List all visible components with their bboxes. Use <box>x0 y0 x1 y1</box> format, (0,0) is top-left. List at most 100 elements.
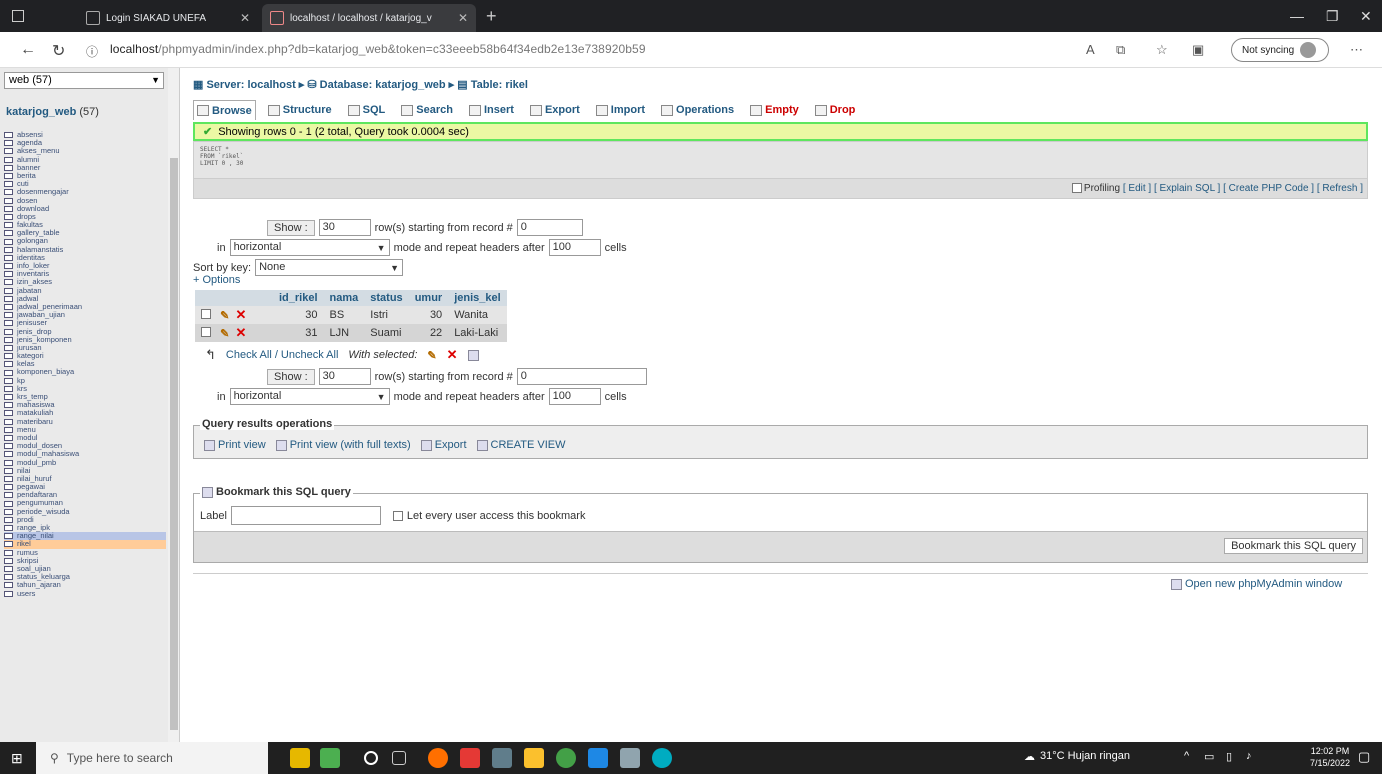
print-full-link[interactable]: Print view (with full texts) <box>275 439 411 451</box>
tab-structure[interactable]: Structure <box>264 100 336 120</box>
table-icon[interactable] <box>4 533 13 540</box>
table-icon[interactable] <box>4 189 13 196</box>
more-icon[interactable]: ⋯ <box>1350 42 1363 58</box>
table-icon[interactable] <box>4 500 13 507</box>
mode-select[interactable]: horizontal ▼ <box>229 239 390 256</box>
app-icon[interactable] <box>460 748 480 768</box>
minimize-icon[interactable]: — <box>1290 8 1304 24</box>
table-icon[interactable] <box>4 426 13 433</box>
app-icon[interactable] <box>492 748 512 768</box>
url-field[interactable]: localhost/phpmyadmin/index.php?db=katarj… <box>110 42 646 56</box>
column-header[interactable]: jenis_kel <box>448 290 507 306</box>
column-header[interactable]: id_rikel <box>273 290 324 306</box>
weather-text[interactable]: 31°C Hujan ringan <box>1040 750 1130 762</box>
close-window-icon[interactable]: ✕ <box>1360 8 1372 25</box>
tab-search[interactable]: Search <box>397 100 457 120</box>
table-icon[interactable] <box>4 435 13 442</box>
mode-select[interactable]: horizontal ▼ <box>229 388 390 405</box>
app-icon[interactable] <box>320 748 340 768</box>
tab-operations[interactable]: Operations <box>657 100 738 120</box>
table-icon[interactable] <box>4 222 13 229</box>
table-icon[interactable] <box>4 361 13 368</box>
close-icon[interactable]: ✕ <box>458 11 468 25</box>
table-icon[interactable] <box>4 582 13 589</box>
create-view-link[interactable]: CREATE VIEW <box>476 439 566 451</box>
table-icon[interactable] <box>4 140 13 147</box>
breadcrumb-table[interactable]: Table: rikel <box>471 79 528 91</box>
export-selected-icon[interactable] <box>467 349 479 361</box>
table-icon[interactable] <box>4 287 13 294</box>
new-tab-icon[interactable]: + <box>486 6 497 27</box>
table-icon[interactable] <box>4 574 13 581</box>
breadcrumb-server[interactable]: Server: localhost <box>206 79 295 91</box>
table-icon[interactable] <box>4 484 13 491</box>
firefox-icon[interactable] <box>428 748 448 768</box>
table-icon[interactable] <box>4 385 13 392</box>
delete-icon[interactable]: ✕ <box>236 307 247 322</box>
sql-query-box[interactable]: SELECT * FROM `rikel` LIMIT 0 , 30 <box>193 141 1368 179</box>
taskbar-search[interactable]: ⚲ Type here to search <box>36 742 268 774</box>
tab-drop[interactable]: Drop <box>811 100 860 120</box>
explain-sql-link[interactable]: [ Explain SQL ] <box>1154 183 1220 194</box>
task-view-icon[interactable] <box>392 751 406 765</box>
table-icon[interactable] <box>4 557 13 564</box>
record-input[interactable]: 0 <box>516 368 647 385</box>
browser-tab-phpmyadmin[interactable]: localhost / localhost / katarjog_v ✕ <box>262 4 476 32</box>
vscode-icon[interactable] <box>588 748 608 768</box>
edit-selected-icon[interactable]: ✎ <box>427 349 436 362</box>
table-icon[interactable] <box>4 525 13 532</box>
table-icon[interactable] <box>4 173 13 180</box>
table-icon[interactable] <box>4 312 13 319</box>
table-icon[interactable] <box>4 443 13 450</box>
database-title[interactable]: katarjog_web (57) <box>6 106 99 118</box>
table-icon[interactable] <box>4 541 13 548</box>
app-icon[interactable] <box>620 748 640 768</box>
info-icon[interactable]: ⓘ <box>86 43 98 60</box>
database-select[interactable]: web (57) ▼ <box>4 72 164 89</box>
refresh-link[interactable]: [ Refresh ] <box>1317 183 1363 194</box>
table-icon[interactable] <box>4 492 13 499</box>
tray-chevron-icon[interactable]: ^ <box>1184 750 1189 762</box>
table-icon[interactable] <box>4 164 13 171</box>
export-link[interactable]: Export <box>420 439 467 451</box>
table-icon[interactable] <box>4 369 13 376</box>
table-icon[interactable] <box>4 238 13 245</box>
create-php-code-link[interactable]: [ Create PHP Code ] <box>1223 183 1314 194</box>
table-icon[interactable] <box>4 213 13 220</box>
column-header[interactable]: nama <box>323 290 365 306</box>
table-icon[interactable] <box>4 263 13 270</box>
table-icon[interactable] <box>4 156 13 163</box>
rows-input[interactable]: 30 <box>318 219 371 236</box>
tab-export[interactable]: Export <box>526 100 584 120</box>
table-icon[interactable] <box>4 508 13 515</box>
sidebar-table-item[interactable]: users <box>4 589 166 598</box>
sidebar-scrollbar[interactable] <box>168 68 179 742</box>
close-icon[interactable]: ✕ <box>240 11 250 25</box>
bookmark-label-input[interactable] <box>230 506 381 525</box>
show-button[interactable]: Show : <box>267 219 315 236</box>
tab-empty[interactable]: Empty <box>746 100 803 120</box>
profiling-checkbox[interactable] <box>1071 183 1082 194</box>
column-header[interactable]: status <box>364 290 409 306</box>
tab-sql[interactable]: SQL <box>344 100 390 120</box>
restore-icon[interactable]: ❐ <box>1326 8 1339 25</box>
table-icon[interactable] <box>4 410 13 417</box>
table-icon[interactable] <box>4 475 13 482</box>
network-icon[interactable]: ▭ <box>1204 750 1214 763</box>
delete-selected-icon[interactable]: ✕ <box>447 347 458 363</box>
every-user-checkbox[interactable] <box>392 510 403 521</box>
edit-pencil-icon[interactable]: ✎ <box>220 328 229 340</box>
table-icon[interactable] <box>4 295 13 302</box>
tab-actions-icon[interactable] <box>12 10 24 22</box>
column-header[interactable]: umur <box>408 290 449 306</box>
options-link[interactable]: + Options <box>193 274 240 286</box>
table-icon[interactable] <box>4 566 13 573</box>
row-checkbox[interactable] <box>201 309 211 319</box>
windows-start-icon[interactable]: ⊞ <box>11 750 23 767</box>
record-input[interactable]: 0 <box>516 219 583 236</box>
delete-icon[interactable]: ✕ <box>236 325 247 340</box>
table-icon[interactable] <box>4 377 13 384</box>
read-aloud-icon[interactable]: A <box>1086 42 1095 57</box>
rows-input[interactable]: 30 <box>318 368 371 385</box>
table-icon[interactable] <box>4 328 13 335</box>
